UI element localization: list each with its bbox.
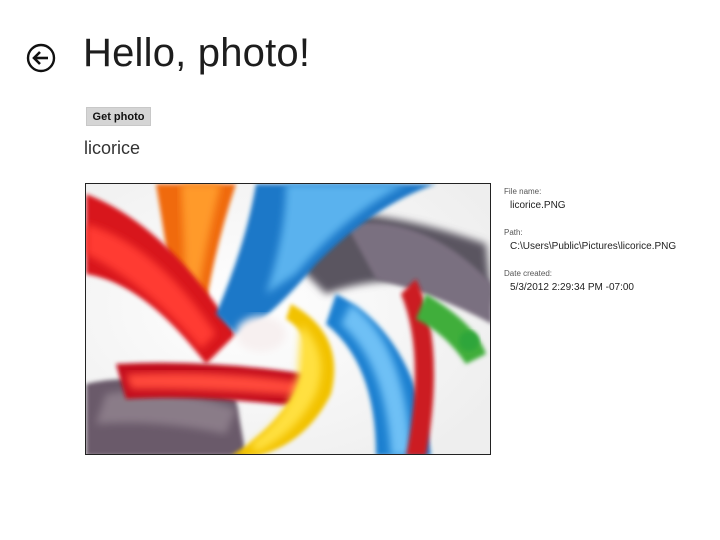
back-button[interactable] (26, 43, 56, 73)
photo-image (85, 183, 491, 455)
detail-value: licorice.PNG (510, 200, 566, 211)
back-arrow-circle-icon (26, 43, 56, 73)
detail-value: 5/3/2012 2:29:34 PM -07:00 (510, 282, 634, 293)
app-page: Hello, photo! Get photo licorice File na… (0, 0, 720, 540)
file-details-panel: File name: licorice.PNG Path: C:\Users\P… (504, 187, 714, 310)
page-title: Hello, photo! (83, 31, 311, 75)
path-detail: Path: C:\Users\Public\Pictures\licorice.… (504, 228, 714, 252)
detail-label: Path: (504, 228, 523, 237)
date-created-detail: Date created: 5/3/2012 2:29:34 PM -07:00 (504, 269, 714, 293)
detail-value: C:\Users\Public\Pictures\licorice.PNG (510, 241, 677, 252)
get-photo-button[interactable]: Get photo (86, 107, 151, 126)
detail-label: File name: (504, 187, 542, 196)
photo-title: licorice (84, 138, 141, 158)
detail-label: Date created: (504, 269, 553, 278)
file-name-detail: File name: licorice.PNG (504, 187, 714, 211)
